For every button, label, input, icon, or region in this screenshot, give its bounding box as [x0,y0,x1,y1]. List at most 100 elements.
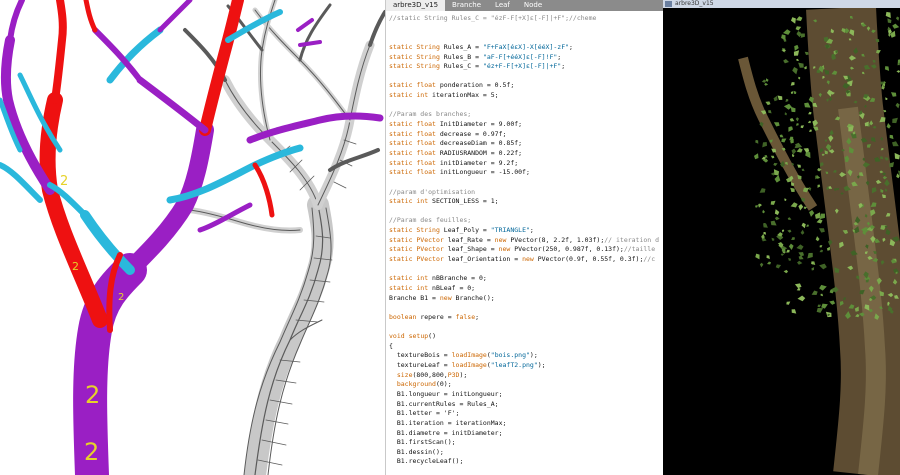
code-token: RADIUSRANDOM = 0.22f; [439,148,523,157]
code-token: static String [389,62,444,71]
code-token: ; [569,42,573,51]
code-token: ); [459,370,468,379]
code-line: static String Rules_A = "F+FaX[éεX]-X[éé… [389,43,663,53]
code-line: textureLeaf = loadImage("leafT2.png"); [389,361,663,371]
editor-tab-bar: arbre3D_v15 Branche Leaf Node [386,0,663,11]
node-label: 2 [118,292,124,303]
code-line: static float ponderation = 0.5f; [389,81,663,91]
editor-tab[interactable]: Branche [445,0,488,11]
code-token: decreaseDiam = 0.85f; [439,139,523,148]
code-line: { [389,342,663,352]
editor-tab[interactable]: arbre3D_v15 [386,0,446,11]
code-token: ; [557,52,562,61]
code-token: static PVector [389,255,448,264]
code-line: static PVector leaf_Rate = new PVector(8… [389,236,663,246]
code-token: new [522,255,538,264]
code-line: static int nBBranche = 0; [389,274,663,284]
code-editor[interactable]: arbre3D_v15 Branche Leaf Node //static Stri… [385,0,663,475]
code-token: static float [389,129,440,138]
code-token: loadImage [451,361,487,370]
code-token: leaf_Rate = [447,235,495,244]
code-token: Leaf_Poly = [443,226,491,235]
node-label: 2 [72,260,79,273]
code-line: void setup() [389,332,663,342]
code-token: ; [529,226,534,235]
code-token: initLongueur = -15.00f; [439,168,530,177]
code-line: static int iterationMax = 5; [389,91,663,101]
code-token: B1.diametre = initDiameter; [389,428,503,437]
code-token: new [494,235,511,244]
code-token: static int [389,91,433,100]
code-token: boolean [389,312,421,321]
code-token: static PVector [389,235,448,244]
code-token: static int [389,197,433,206]
node-label: 2 [85,381,100,409]
code-token: textureLeaf = [389,361,452,370]
code-token: new [498,245,515,254]
code-token: B1.firstScan(); [389,438,456,447]
code-line: B1.longueur = initLongueur; [389,390,663,400]
code-token: nBLeaf = 0; [432,283,476,292]
code-token: static String [389,52,444,61]
code-token: Branche(); [455,293,495,302]
code-token: //param d'optimisation [389,187,476,196]
code-token: InitDiameter = 9.00f; [439,120,523,129]
code-line: static float decreaseDiam = 0.85f; [389,139,663,149]
code-token: Branche B1 = [389,293,440,302]
code-token: SECTION_LESS = 1; [432,197,499,206]
code-token: static float [389,120,440,129]
editor-tab[interactable]: Node [517,0,549,11]
code-line: B1.recycleLeaf(); [389,457,663,467]
code-line: static float InitDiameter = 9.00f; [389,120,663,130]
code-token: setup [408,332,429,341]
code-token: //c [643,255,656,264]
code-line: B1.dessin(); [389,448,663,458]
code-token: B1.longueur = initLongueur; [389,389,503,398]
code-token: PVector(0.9f, 0.55f, 0.3f); [537,255,644,264]
code-token: B1.iteration = iterationMax; [389,418,507,427]
code-token: initDiameter = 9.2f; [439,158,519,167]
editor-tab[interactable]: Leaf [488,0,517,11]
code-token: B1.recycleLeaf(); [389,457,464,466]
code-token: static int [389,283,433,292]
code-token: B1.currentRules = Rules_A; [389,399,499,408]
code-token: //taille [623,245,656,254]
sketch-window-title: arbre3D_v15 [675,0,714,7]
code-token: //Param des feuilles; [389,216,472,225]
code-token: // iteration d [604,235,660,244]
code-line: B1.letter = 'F'; [389,409,663,419]
code-token: ); [529,351,538,360]
code-line: boolean repere = false; [389,313,663,323]
code-token: new [439,293,456,302]
code-line: static String Rules_C = "éz+F-F[+X]ε[-F]… [389,62,663,72]
code-token: static float [389,81,440,90]
code-line: //Param des feuilles; [389,216,663,226]
code-token: static float [389,168,440,177]
code-line: static int SECTION_LESS = 1; [389,197,663,207]
sketch-window: arbre3D_v15 [663,0,900,475]
code-token: static float [389,139,440,148]
code-token: Rules_A = [443,42,483,51]
code-token: repere = [420,312,456,321]
code-line: B1.firstScan(); [389,438,663,448]
code-token: ponderation = 0.5f; [439,81,515,90]
code-token: B1.dessin(); [389,447,444,456]
code-line: static float initDiameter = 9.2f; [389,159,663,169]
viewport-colored-tree: 2 2 2 2 2 [0,0,385,475]
code-token: false [455,312,476,321]
code-token: Rules_C = [443,62,483,71]
code-area[interactable]: //static String Rules_C = "ézF-F[+X]ε[-F… [389,14,663,467]
code-token: static float [389,158,440,167]
code-line: B1.diametre = initDiameter; [389,429,663,439]
code-line: //static String Rules_C = "ézF-F[+X]ε[-F… [389,14,663,24]
code-token: (800,800, [412,370,448,379]
node-label: 2 [60,174,68,189]
code-token: //Param des branches; [389,110,472,119]
